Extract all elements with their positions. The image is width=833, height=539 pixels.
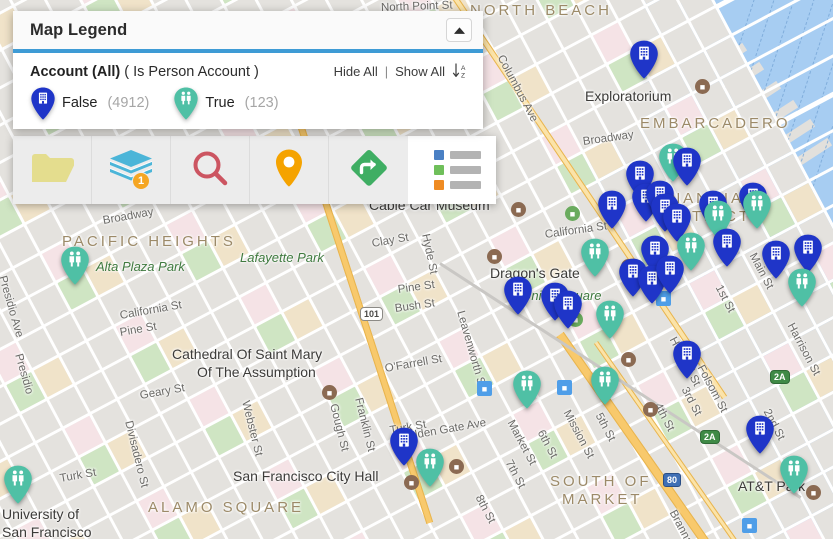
map-pin-people[interactable] <box>415 448 445 487</box>
map-pin-people[interactable] <box>3 465 33 504</box>
people-pin-icon <box>173 87 199 120</box>
legend-item-label: True <box>205 95 235 111</box>
poi-icon: ■ <box>477 381 492 396</box>
poi-icon: ■ <box>621 352 636 367</box>
map-pin-icon <box>274 148 304 193</box>
marker-button[interactable] <box>250 136 329 204</box>
folder-icon <box>30 151 74 190</box>
map-toolbar: 1 <box>13 136 496 204</box>
search-button[interactable] <box>171 136 250 204</box>
poi-icon: ■ <box>487 249 502 264</box>
legend-field-name-wrap: Account (All) ( Is Person Account ) <box>30 64 259 80</box>
map-pin-people[interactable] <box>580 238 610 277</box>
map-pin-people[interactable] <box>787 268 817 307</box>
poi-icon: ■ <box>449 459 464 474</box>
highway-shield: 80 <box>663 473 682 487</box>
list-legend-row <box>433 165 481 175</box>
toolbar-button-group: 1 <box>13 136 408 204</box>
highway-shield: 2A <box>700 430 720 444</box>
sort-az-descending-icon[interactable]: A Z <box>452 63 469 79</box>
poi-icon: ■ <box>565 206 580 221</box>
legend-field-name: Account (All) <box>30 63 121 80</box>
poi-icon: ■ <box>643 402 658 417</box>
map-pin-building[interactable] <box>712 228 742 267</box>
map-pin-people[interactable] <box>779 455 809 494</box>
map-pin-people[interactable] <box>742 190 772 229</box>
show-all-link[interactable]: Show All <box>395 64 445 79</box>
poi-icon: ■ <box>557 380 572 395</box>
map-pin-people[interactable] <box>512 370 542 409</box>
legend-item-false[interactable]: False (4912) <box>30 87 149 120</box>
map-pin-building[interactable] <box>629 40 659 79</box>
legend-list-button[interactable] <box>418 136 496 204</box>
chevron-up-icon[interactable] <box>446 18 472 42</box>
legend-item-label: False <box>62 95 98 111</box>
map-pin-people[interactable] <box>595 300 625 339</box>
hide-all-link[interactable]: Hide All <box>334 64 378 79</box>
action-separator: | <box>384 63 389 79</box>
poi-icon: ■ <box>511 202 526 217</box>
list-legend-row <box>433 180 481 190</box>
directions-button[interactable] <box>329 136 408 204</box>
folder-button[interactable] <box>13 136 92 204</box>
legend-body: Account (All) ( Is Person Account ) Hide… <box>13 53 483 129</box>
legend-actions: Hide All | Show All A Z <box>334 63 469 79</box>
legend-item-true[interactable]: True (123) <box>173 87 279 120</box>
list-legend-row <box>433 150 481 160</box>
map-pin-building[interactable] <box>597 190 627 229</box>
map-pin-building[interactable] <box>503 276 533 315</box>
building-pin-icon <box>30 87 56 120</box>
map-pin-building[interactable] <box>553 290 583 329</box>
toolbar-divider <box>408 136 418 204</box>
map-pin-building[interactable] <box>672 340 702 379</box>
poi-icon: ■ <box>695 79 710 94</box>
layers-button[interactable]: 1 <box>92 136 171 204</box>
highway-shield: 101 <box>360 307 384 321</box>
svg-text:Z: Z <box>461 72 465 79</box>
poi-icon: ■ <box>322 385 337 400</box>
map-pin-building[interactable] <box>672 147 702 186</box>
page-title: Map Legend <box>30 20 128 39</box>
map-pin-building[interactable] <box>745 415 775 454</box>
map-pin-people[interactable] <box>590 366 620 405</box>
legend-header: Map Legend <box>13 11 483 53</box>
map-application: NORTH BEACHEMBARCADEROPACIFIC HEIGHTSFIN… <box>0 0 833 539</box>
search-icon <box>191 149 229 192</box>
legend-field-qualifier: ( Is Person Account ) <box>124 63 259 80</box>
legend-value-list: False (4912) True (123) <box>30 83 469 120</box>
legend-field-row: Account (All) ( Is Person Account ) Hide… <box>30 63 469 80</box>
map-legend-panel: Map Legend Account (All) ( Is Person Acc… <box>13 11 483 129</box>
layer-count-badge: 1 <box>132 172 150 190</box>
highway-shield: 2A <box>770 370 790 384</box>
directions-icon <box>349 148 389 193</box>
poi-icon: ■ <box>742 518 757 533</box>
legend-item-count: (123) <box>244 95 279 111</box>
svg-text:A: A <box>461 65 466 72</box>
legend-item-count: (4912) <box>107 95 150 111</box>
map-pin-people[interactable] <box>60 246 90 285</box>
list-legend-icon <box>433 150 481 190</box>
map-pin-building[interactable] <box>655 255 685 294</box>
